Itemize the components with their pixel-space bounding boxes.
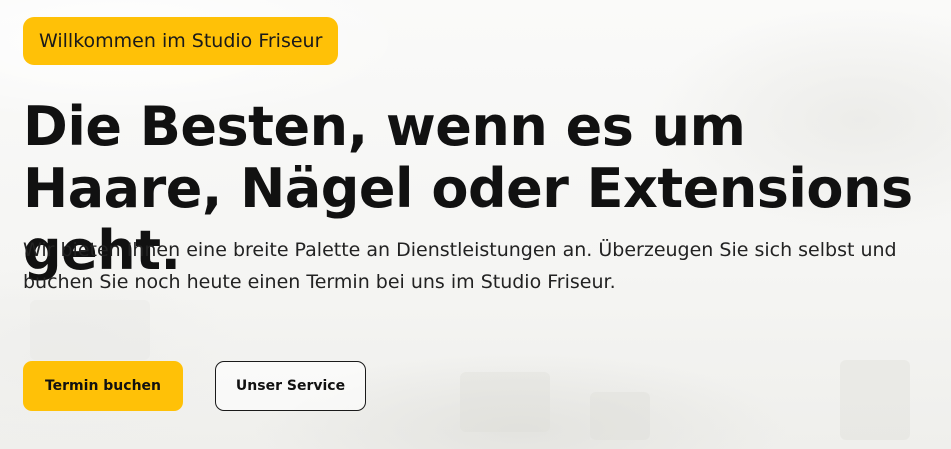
welcome-badge: Willkommen im Studio Friseur	[23, 17, 339, 65]
hero-subtext: Wir bieten Ihnen eine breite Palette an …	[23, 239, 897, 293]
hero-section: Willkommen im Studio Friseur Die Besten,…	[0, 0, 951, 449]
our-service-button[interactable]: Unser Service	[215, 361, 366, 411]
book-appointment-button[interactable]: Termin buchen	[23, 361, 183, 411]
